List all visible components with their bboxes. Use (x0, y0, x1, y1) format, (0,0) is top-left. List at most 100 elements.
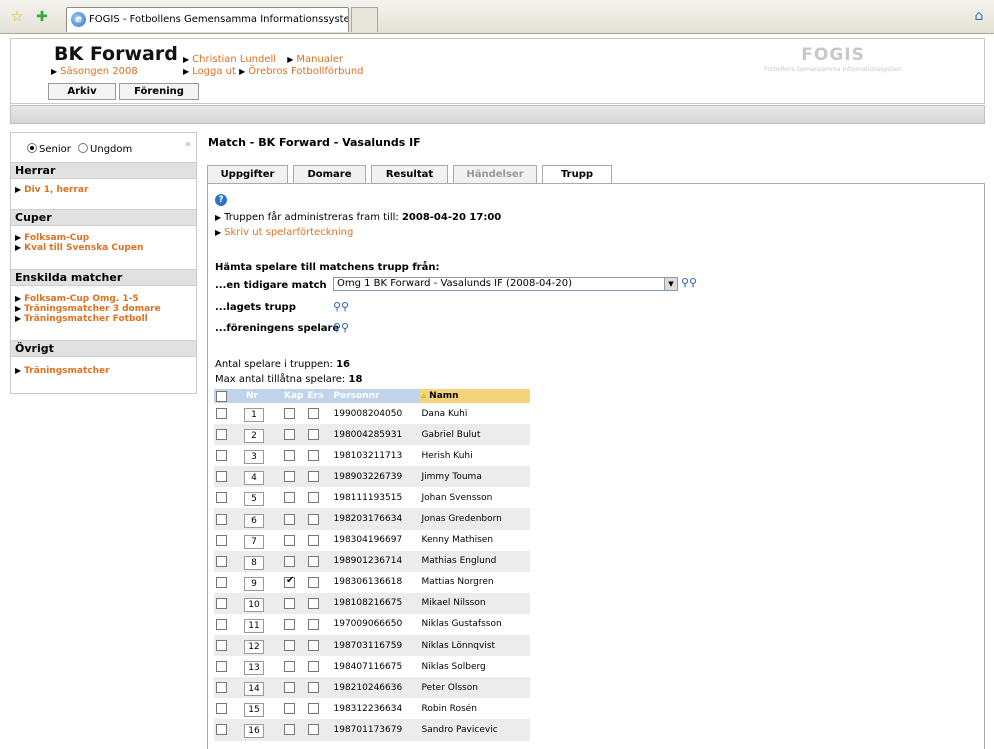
row-select-checkbox[interactable] (216, 640, 227, 652)
row-select-checkbox[interactable] (216, 555, 227, 567)
substitute-checkbox[interactable] (307, 618, 319, 630)
nr-input[interactable]: 10 (244, 597, 264, 612)
print-list-link[interactable]: ▶ Skriv ut spelarförteckning (215, 227, 353, 238)
substitute-checkbox[interactable] (307, 534, 319, 546)
link-manualer[interactable]: ▶ Manualer (287, 54, 343, 65)
favorites-star-icon[interactable]: ☆ (9, 9, 25, 25)
sidebar-link-traning-fotboll[interactable]: ▶ Träningsmatcher Fotboll (15, 314, 148, 324)
substitute-checkbox[interactable] (307, 429, 319, 441)
nr-input[interactable]: 14 (244, 682, 264, 697)
captain-checkbox[interactable] (284, 575, 295, 588)
sidebar-link-folksam-omg[interactable]: ▶ Folksam-Cup Omg. 1-5 (15, 294, 139, 304)
binoculars-icon[interactable]: ⚲⚲ (681, 276, 697, 289)
nr-input[interactable]: 13 (244, 661, 264, 676)
chevron-down-icon[interactable]: ▼ (664, 278, 677, 290)
substitute-checkbox[interactable] (307, 471, 319, 483)
captain-checkbox[interactable] (284, 429, 295, 441)
captain-checkbox[interactable] (284, 682, 295, 694)
substitute-checkbox[interactable] (307, 661, 319, 673)
nav-tab-arkiv[interactable]: Arkiv (48, 83, 116, 100)
sidebar-link-kval[interactable]: ▶ Kval till Svenska Cupen (15, 243, 143, 253)
tab-uppgifter[interactable]: Uppgifter (207, 165, 288, 184)
tab-resultat[interactable]: Resultat (371, 165, 448, 184)
col-nr[interactable]: Nr (236, 389, 282, 403)
nr-input[interactable]: 15 (244, 703, 264, 718)
substitute-checkbox[interactable] (307, 408, 319, 420)
nr-input[interactable]: 11 (244, 618, 264, 633)
nr-input[interactable]: 2 (244, 429, 264, 444)
substitute-checkbox[interactable] (307, 576, 319, 588)
help-icon[interactable]: ? (215, 194, 227, 206)
collapse-sidebar-icon[interactable]: « (185, 139, 191, 150)
row-select-checkbox[interactable] (216, 450, 227, 462)
nr-input[interactable]: 9 (244, 576, 264, 591)
substitute-checkbox[interactable] (307, 450, 319, 462)
browser-tab[interactable]: e FOGIS - Fotbollens Gemensamma Informat… (66, 7, 349, 32)
radio-ungdom[interactable]: Ungdom (78, 143, 132, 155)
captain-checkbox[interactable] (284, 703, 295, 715)
nr-input[interactable]: 6 (244, 513, 264, 528)
binoculars-icon[interactable]: ⚲⚲ (333, 321, 349, 334)
substitute-checkbox[interactable] (307, 492, 319, 504)
row-select-checkbox[interactable] (216, 576, 227, 588)
link-logout[interactable]: ▶ Logga ut (183, 66, 236, 77)
captain-checkbox[interactable] (284, 661, 295, 673)
substitute-checkbox[interactable] (307, 555, 319, 567)
row-select-checkbox[interactable] (216, 618, 227, 630)
substitute-checkbox[interactable] (307, 682, 319, 694)
captain-checkbox[interactable] (284, 597, 295, 609)
captain-checkbox[interactable] (284, 618, 295, 630)
nr-input[interactable]: 16 (244, 724, 264, 739)
row-select-checkbox[interactable] (216, 724, 227, 736)
row-select-checkbox[interactable] (216, 408, 227, 420)
select-all-checkbox[interactable] (216, 390, 227, 402)
link-district[interactable]: ▶ Örebros Fotbollförbund (239, 66, 363, 77)
captain-checkbox[interactable] (284, 640, 295, 652)
radio-senior[interactable]: Senior (27, 143, 71, 155)
captain-checkbox[interactable] (284, 534, 295, 546)
row-select-checkbox[interactable] (216, 682, 227, 694)
captain-checkbox[interactable] (284, 471, 295, 483)
row-select-checkbox[interactable] (216, 471, 227, 483)
tab-handelser[interactable]: Händelser (453, 165, 537, 184)
captain-checkbox[interactable] (284, 492, 295, 504)
tab-trupp[interactable]: Trupp (542, 165, 612, 185)
nr-input[interactable]: 4 (244, 471, 264, 486)
new-tab-button[interactable] (351, 7, 378, 32)
captain-checkbox[interactable] (284, 724, 295, 736)
nr-input[interactable]: 8 (244, 555, 264, 570)
earlier-match-select[interactable]: Omg 1 BK Forward - Vasalunds IF (2008-04… (333, 277, 678, 291)
substitute-checkbox[interactable] (307, 597, 319, 609)
row-select-checkbox[interactable] (216, 661, 227, 673)
binoculars-icon[interactable]: ⚲⚲ (333, 300, 349, 313)
sidebar-link-div1[interactable]: ▶ Div 1, herrar (15, 185, 88, 195)
captain-checkbox[interactable] (284, 513, 295, 525)
substitute-checkbox[interactable] (307, 703, 319, 715)
nr-input[interactable]: 5 (244, 492, 264, 507)
add-favorites-icon[interactable]: ✚ (34, 9, 50, 25)
home-icon[interactable]: ⌂ (970, 8, 988, 26)
nr-input[interactable]: 3 (244, 450, 264, 465)
captain-checkbox[interactable] (284, 450, 295, 462)
nav-tab-forening[interactable]: Förening (119, 83, 199, 100)
captain-checkbox[interactable] (284, 408, 295, 420)
row-select-checkbox[interactable] (216, 534, 227, 546)
sidebar-link-traning-3[interactable]: ▶ Träningsmatcher 3 domare (15, 304, 161, 314)
col-personnr[interactable]: Personnr (331, 389, 420, 403)
season-link[interactable]: ▶ Säsongen 2008 (51, 66, 138, 77)
sidebar-link-folksam-cup[interactable]: ▶ Folksam-Cup (15, 233, 89, 243)
tab-domare[interactable]: Domare (293, 165, 366, 184)
row-select-checkbox[interactable] (216, 492, 227, 504)
substitute-checkbox[interactable] (307, 724, 319, 736)
nr-input[interactable]: 1 (244, 408, 264, 423)
link-user[interactable]: ▶ Christian Lundell (183, 54, 276, 65)
captain-checkbox[interactable] (284, 555, 295, 567)
col-kap[interactable]: Kap (282, 389, 306, 403)
row-select-checkbox[interactable] (216, 429, 227, 441)
substitute-checkbox[interactable] (307, 513, 319, 525)
nr-input[interactable]: 12 (244, 640, 264, 655)
row-select-checkbox[interactable] (216, 513, 227, 525)
sidebar-link-traningsmatcher[interactable]: ▶ Träningsmatcher (15, 366, 110, 376)
col-ers[interactable]: Ers (305, 389, 332, 403)
row-select-checkbox[interactable] (216, 597, 227, 609)
